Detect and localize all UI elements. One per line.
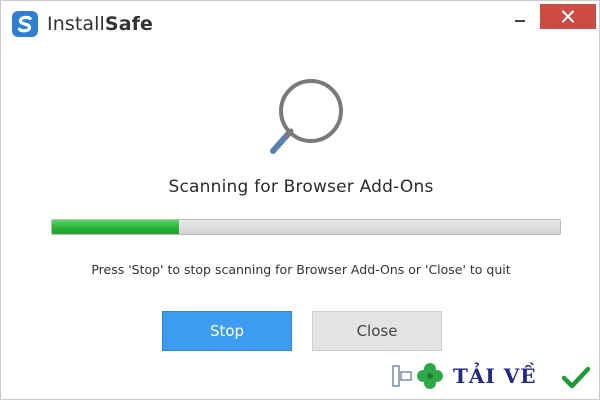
installer-window: InstallSafe Scanning for Browser Add-Ons…: [0, 0, 600, 400]
checkmark-icon: [561, 366, 591, 389]
pc-icon: [392, 365, 412, 387]
title-bar[interactable]: InstallSafe: [1, 1, 599, 47]
magnifier-icon: [270, 79, 343, 154]
scan-progress-bar: [51, 219, 561, 235]
minimize-button[interactable]: [501, 5, 539, 29]
watermark-text: TẢI VỀ: [453, 364, 537, 388]
window-close-button[interactable]: [540, 4, 596, 29]
app-title-bold: Safe: [104, 13, 153, 35]
installsafe-logo-icon: [12, 11, 38, 37]
minimize-icon: [515, 20, 525, 22]
close-x-icon: [562, 10, 574, 23]
watermark: TẢI VỀ: [391, 359, 596, 395]
close-button[interactable]: Close: [312, 311, 442, 351]
stop-button[interactable]: Stop: [162, 311, 292, 351]
app-title-regular: Install: [47, 13, 105, 35]
instruction-text: Press 'Stop' to stop scanning for Browse…: [91, 262, 511, 277]
clover-icon: [417, 363, 443, 389]
scan-heading: Scanning for Browser Add-Ons: [168, 177, 434, 197]
scan-progress-fill: [52, 220, 179, 234]
app-title: InstallSafe: [47, 12, 153, 36]
